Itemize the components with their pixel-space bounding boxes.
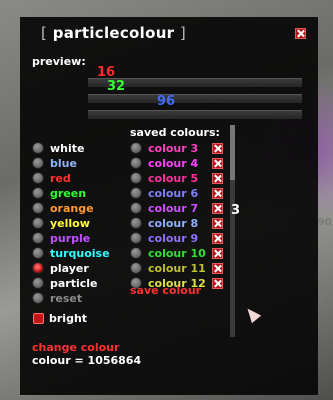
preset-option-label: green xyxy=(50,186,87,200)
preset-option-label: blue xyxy=(50,156,77,170)
saved-colour-option[interactable]: colour 8 xyxy=(130,216,198,230)
preset-option-label: yellow xyxy=(50,216,90,230)
preset-option[interactable]: white xyxy=(32,141,84,155)
save-colour-button[interactable]: save colour xyxy=(130,284,201,297)
preset-option-label: particle xyxy=(50,276,98,290)
saved-colour-label: colour 11 xyxy=(148,261,206,275)
radio-button-icon xyxy=(32,157,44,169)
bright-label: bright xyxy=(49,312,88,325)
preset-option-label: reset xyxy=(50,291,83,305)
preset-option[interactable]: turquoise xyxy=(32,246,110,260)
radio-button-icon xyxy=(32,187,44,199)
radio-button-icon xyxy=(32,172,44,184)
radio-button-icon xyxy=(32,262,44,274)
radio-button-icon xyxy=(32,247,44,259)
saved-colour-label: colour 3 xyxy=(148,141,199,155)
blue-slider[interactable] xyxy=(88,110,302,119)
preset-option-label: purple xyxy=(50,231,91,245)
delete-colour-icon[interactable] xyxy=(212,173,223,184)
saved-colour-option[interactable]: colour 11 xyxy=(130,261,206,275)
preset-option[interactable]: green xyxy=(32,186,86,200)
radio-button-icon xyxy=(130,262,142,274)
radio-button-icon xyxy=(32,232,44,244)
preset-option[interactable]: blue xyxy=(32,156,77,170)
blue-value: 96 xyxy=(157,94,176,109)
saved-colour-option[interactable]: colour 9 xyxy=(130,231,198,245)
preset-option-label: red xyxy=(50,171,71,185)
preset-option-label: white xyxy=(50,141,85,155)
page-indicator: 3 xyxy=(231,203,241,218)
preset-option[interactable]: reset xyxy=(32,291,82,305)
radio-button-icon xyxy=(130,202,142,214)
preset-option[interactable]: purple xyxy=(32,231,90,245)
dialog-title: [ particlecolour ] xyxy=(41,24,187,42)
radio-button-icon xyxy=(32,217,44,229)
radio-button-icon xyxy=(130,217,142,229)
radio-button-icon xyxy=(130,232,142,244)
preset-option[interactable]: yellow xyxy=(32,216,90,230)
dialog-title-text: particlecolour xyxy=(52,24,175,42)
saved-colour-label: colour 5 xyxy=(148,171,199,185)
close-button[interactable] xyxy=(295,28,306,39)
saved-colour-option[interactable]: colour 7 xyxy=(130,201,198,215)
delete-colour-icon[interactable] xyxy=(212,158,223,169)
preset-option-label: player xyxy=(50,261,89,275)
saved-colour-label: colour 8 xyxy=(148,216,199,230)
radio-button-icon xyxy=(130,247,142,259)
delete-colour-icon[interactable] xyxy=(212,263,223,274)
preview-label: preview: xyxy=(32,55,86,68)
saved-colour-option[interactable]: colour 3 xyxy=(130,141,198,155)
saved-colour-label: colour 9 xyxy=(148,231,199,245)
scrollbar-thumb[interactable] xyxy=(230,125,235,180)
delete-colour-icon[interactable] xyxy=(212,188,223,199)
radio-button-icon xyxy=(32,277,44,289)
saved-colour-option[interactable]: colour 10 xyxy=(130,246,206,260)
saved-colour-label: colour 10 xyxy=(148,246,206,260)
radio-button-icon xyxy=(130,142,142,154)
saved-colours-label: saved colours: xyxy=(130,126,220,139)
saved-colour-option[interactable]: colour 5 xyxy=(130,171,198,185)
radio-button-icon xyxy=(130,157,142,169)
preset-option[interactable]: particle xyxy=(32,276,98,290)
close-icon xyxy=(295,28,306,39)
radio-button-icon xyxy=(32,202,44,214)
saved-colour-option[interactable]: colour 4 xyxy=(130,156,198,170)
preset-option[interactable]: player xyxy=(32,261,89,275)
green-slider[interactable] xyxy=(88,94,302,103)
delete-colour-icon[interactable] xyxy=(212,203,223,214)
preset-option-label: turquoise xyxy=(50,246,110,260)
radio-button-icon xyxy=(32,292,44,304)
saved-colour-label: colour 4 xyxy=(148,156,199,170)
particlecolour-dialog: [ particlecolour ] preview: 16 32 96 whi… xyxy=(20,17,318,395)
delete-colour-icon[interactable] xyxy=(212,143,223,154)
saved-colour-option[interactable]: colour 6 xyxy=(130,186,198,200)
saved-colours-scrollbar[interactable] xyxy=(230,125,235,337)
radio-button-icon xyxy=(130,172,142,184)
delete-colour-icon[interactable] xyxy=(212,248,223,259)
preset-option-label: orange xyxy=(50,201,94,215)
saved-colour-label: colour 7 xyxy=(148,201,199,215)
colour-value-readout: colour = 1056864 xyxy=(32,354,142,367)
delete-colour-icon[interactable] xyxy=(212,278,223,289)
delete-colour-icon[interactable] xyxy=(212,218,223,229)
green-value: 32 xyxy=(107,79,126,94)
radio-button-icon xyxy=(32,142,44,154)
saved-colour-label: colour 6 xyxy=(148,186,199,200)
radio-button-icon xyxy=(130,187,142,199)
preset-option[interactable]: orange xyxy=(32,201,94,215)
delete-colour-icon[interactable] xyxy=(212,233,223,244)
preset-option[interactable]: red xyxy=(32,171,71,185)
bright-checkbox[interactable] xyxy=(33,313,44,324)
change-colour-button[interactable]: change colour xyxy=(32,341,119,354)
